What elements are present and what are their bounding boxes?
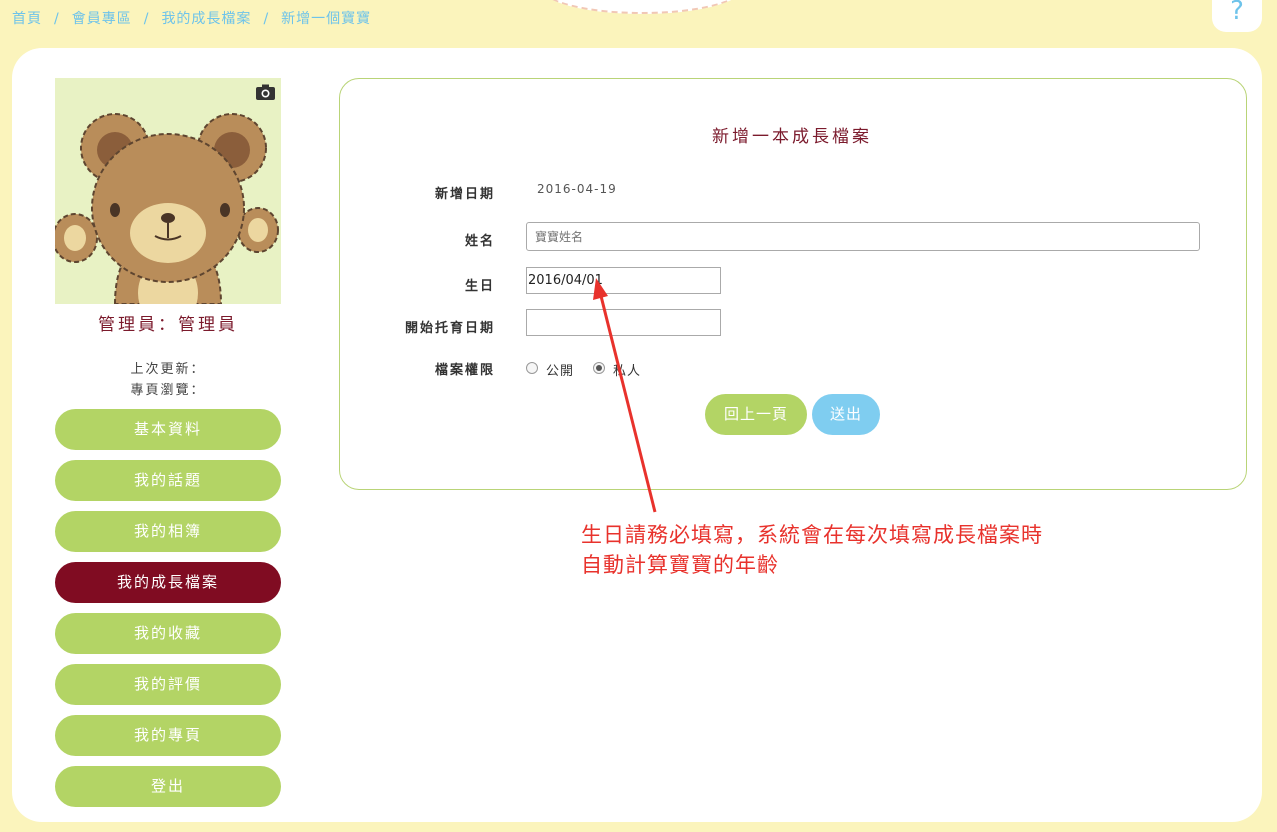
annotation-line-1: 生日請務必填寫，系統會在每次填寫成長檔案時 xyxy=(581,523,1043,547)
annotation-line-2: 自動計算寶寶的年齡 xyxy=(581,553,779,577)
annotation-text: 生日請務必填寫，系統會在每次填寫成長檔案時 自動計算寶寶的年齡 xyxy=(581,520,1043,580)
annotation-arrow xyxy=(593,278,657,513)
